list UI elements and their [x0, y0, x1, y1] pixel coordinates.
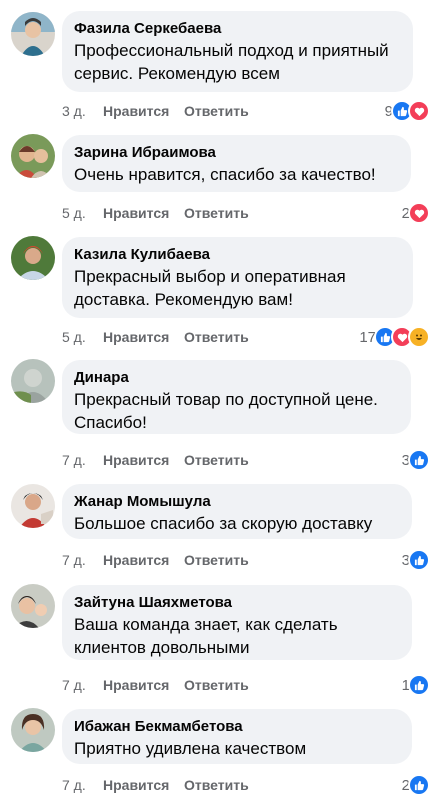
avatar[interactable] — [11, 12, 55, 56]
comment-text: Очень нравится, спасибо за качество! — [74, 165, 376, 184]
reaction-summary[interactable]: 3 — [402, 549, 430, 571]
comment-author[interactable]: Зарина Ибраимова — [74, 144, 399, 162]
comment-author[interactable]: Ибажан Бекмамбетова — [74, 718, 400, 736]
comment-bubble: Динара Прекрасный товар по доступной цен… — [62, 360, 411, 434]
reply-button[interactable]: Ответить — [184, 327, 249, 347]
comment-text: Прекрасный товар по доступной цене. Спас… — [74, 390, 378, 432]
comment-text: Профессиональный подход и приятный серви… — [74, 41, 389, 83]
comment-author[interactable]: Фазила Серкебаева — [74, 20, 401, 38]
comment-author[interactable]: Динара — [74, 369, 399, 387]
like-button[interactable]: Нравится — [103, 775, 169, 795]
comment-bubble: Зарина Ибраимова Очень нравится, спасибо… — [62, 135, 411, 192]
comment-bubble: Зайтуна Шаяхметова Ваша команда знает, к… — [62, 585, 412, 660]
reply-button[interactable]: Ответить — [184, 675, 249, 695]
reply-button[interactable]: Ответить — [184, 101, 249, 121]
comment-text: Большое спасибо за скорую доставку — [74, 514, 373, 533]
comment-text: Ваша команда знает, как сделать клиентов… — [74, 615, 338, 657]
comment-bubble: Казила Кулибаева Прекрасный выбор и опер… — [62, 237, 413, 318]
comment-time[interactable]: 5 д. — [62, 203, 86, 223]
avatar[interactable] — [11, 584, 55, 628]
like-icon — [408, 674, 430, 696]
reply-button[interactable]: Ответить — [184, 203, 249, 223]
reply-button[interactable]: Ответить — [184, 550, 249, 570]
comment-time[interactable]: 7 д. — [62, 550, 86, 570]
like-button[interactable]: Нравится — [103, 203, 169, 223]
comment-text: Приятно удивлена качеством — [74, 739, 307, 758]
comment-author[interactable]: Зайтуна Шаяхметова — [74, 594, 400, 612]
reaction-summary[interactable]: 1 — [402, 674, 430, 696]
avatar[interactable] — [11, 134, 55, 178]
comment-bubble: Фазила Серкебаева Профессиональный подхо… — [62, 11, 413, 92]
reaction-summary[interactable]: 17 — [359, 326, 430, 348]
like-button[interactable]: Нравится — [103, 101, 169, 121]
comment-time[interactable]: 5 д. — [62, 327, 86, 347]
avatar[interactable] — [11, 236, 55, 280]
like-icon — [408, 549, 430, 571]
love-icon — [408, 202, 430, 224]
comment-text: Прекрасный выбор и оперативная доставка.… — [74, 267, 346, 309]
comment-time[interactable]: 7 д. — [62, 775, 86, 795]
reply-button[interactable]: Ответить — [184, 775, 249, 795]
like-button[interactable]: Нравится — [103, 327, 169, 347]
reaction-summary[interactable]: 2 — [402, 774, 430, 796]
haha-icon — [408, 326, 430, 348]
comment-author[interactable]: Жанар Момышула — [74, 493, 400, 511]
reply-button[interactable]: Ответить — [184, 450, 249, 470]
like-button[interactable]: Нравится — [103, 675, 169, 695]
reaction-summary[interactable]: 2 — [402, 202, 430, 224]
avatar[interactable] — [11, 359, 55, 403]
like-button[interactable]: Нравится — [103, 550, 169, 570]
avatar[interactable] — [11, 708, 55, 752]
comment-bubble: Жанар Момышула Большое спасибо за скорую… — [62, 484, 412, 539]
like-button[interactable]: Нравится — [103, 450, 169, 470]
comment-time[interactable]: 7 д. — [62, 450, 86, 470]
comment-author[interactable]: Казила Кулибаева — [74, 246, 401, 264]
love-icon — [408, 100, 430, 122]
reaction-summary[interactable]: 3 — [402, 449, 430, 471]
comment-bubble: Ибажан Бекмамбетова Приятно удивлена кач… — [62, 709, 412, 764]
like-icon — [408, 449, 430, 471]
comment-time[interactable]: 7 д. — [62, 675, 86, 695]
reaction-summary[interactable]: 9 — [385, 100, 430, 122]
like-icon — [408, 774, 430, 796]
comment-time[interactable]: 3 д. — [62, 101, 86, 121]
avatar[interactable] — [11, 484, 55, 528]
